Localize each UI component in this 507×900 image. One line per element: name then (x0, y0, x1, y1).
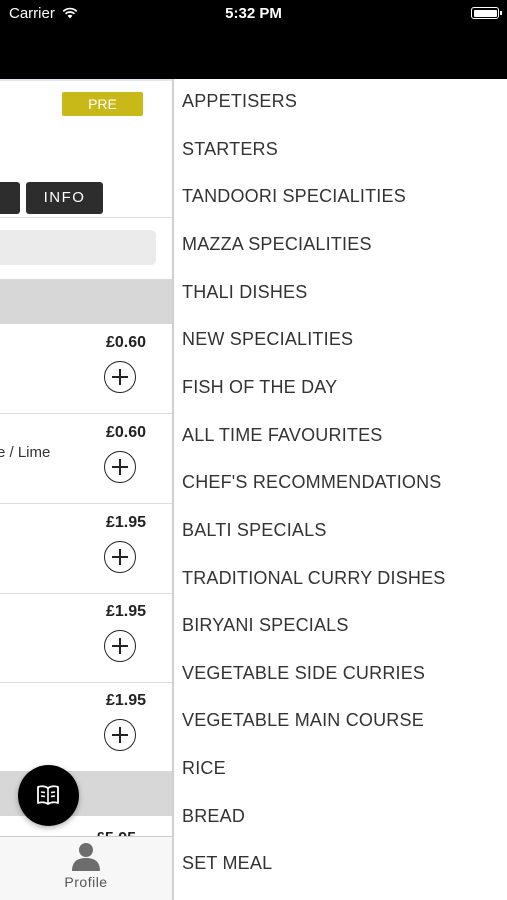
category-item-balti-specials[interactable]: BALTI SPECIALS (182, 520, 327, 541)
status-bar: Carrier 5:32 PM (0, 0, 507, 79)
tab-info[interactable]: INFO (26, 182, 103, 214)
menu-item-row: £0.60 e / Lime (0, 414, 172, 504)
restaurant-menu-panel: PRE ORDER INFO £0.60 £0.60 e / Lime £1.9… (0, 79, 172, 900)
add-item-button[interactable] (104, 451, 136, 483)
menu-book-button[interactable] (18, 765, 79, 826)
profile-icon[interactable] (70, 841, 102, 876)
add-item-button[interactable] (104, 361, 136, 393)
add-item-button[interactable] (104, 630, 136, 662)
category-item-appetisers[interactable]: APPETISERS (182, 91, 297, 112)
item-price: £1.95 (105, 603, 146, 620)
tab-menu[interactable] (0, 182, 20, 214)
category-item-starters[interactable]: STARTERS (182, 139, 278, 160)
menu-item-row: £1.95 (0, 682, 172, 772)
category-header-bar (0, 279, 172, 324)
divider (0, 217, 172, 218)
category-item-vegetable-main-course[interactable]: VEGETABLE MAIN COURSE (182, 710, 424, 731)
category-item-new-specialities[interactable]: NEW SPECIALITIES (182, 329, 353, 350)
battery-icon (471, 7, 502, 19)
add-item-button[interactable] (104, 541, 136, 573)
item-description: e / Lime (0, 444, 51, 461)
book-icon (37, 785, 59, 805)
category-item-all-time-favourites[interactable]: ALL TIME FAVOURITES (182, 425, 383, 446)
search-input[interactable] (0, 230, 156, 265)
menu-item-row: £1.95 (0, 504, 172, 594)
clock-label: 5:32 PM (225, 5, 282, 22)
category-item-vegetable-side-curries[interactable]: VEGETABLE SIDE CURRIES (182, 663, 425, 684)
category-item-thali-dishes[interactable]: THALI DISHES (182, 282, 307, 303)
item-price: £0.60 (105, 424, 146, 441)
menu-item-row: £1.95 (0, 593, 172, 683)
category-item-set-meal[interactable]: SET MEAL (182, 853, 272, 874)
category-item-chefs-recommendations[interactable]: CHEF'S RECOMMENDATIONS (182, 472, 442, 493)
add-item-button[interactable] (104, 719, 136, 751)
category-drawer: APPETISERS STARTERS TANDOORI SPECIALITIE… (174, 79, 507, 900)
item-price: £1.95 (105, 514, 146, 531)
category-item-rice[interactable]: RICE (182, 758, 226, 779)
header-divider (0, 79, 172, 81)
item-price: £1.95 (105, 692, 146, 709)
category-item-biryani-specials[interactable]: BIRYANI SPECIALS (182, 615, 349, 636)
tab-profile-label[interactable]: Profile (0, 874, 172, 890)
bottom-tab-bar: Profile (0, 836, 172, 900)
category-item-traditional-curry-dishes[interactable]: TRADITIONAL CURRY DISHES (182, 568, 446, 589)
category-item-mazza-specialities[interactable]: MAZZA SPECIALITIES (182, 234, 372, 255)
menu-item-row: £0.60 (0, 324, 172, 414)
pre-order-badge[interactable]: PRE ORDER (62, 92, 143, 136)
category-item-fish-of-the-day[interactable]: FISH OF THE DAY (182, 377, 337, 398)
category-item-bread[interactable]: BREAD (182, 806, 245, 827)
category-item-tandoori-specialities[interactable]: TANDOORI SPECIALITIES (182, 186, 406, 207)
item-price: £0.60 (105, 334, 146, 351)
